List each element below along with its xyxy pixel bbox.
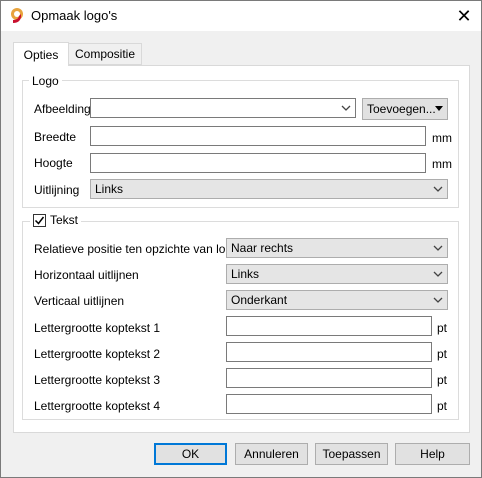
tab-panel: Logo Afbeelding Toevoegen... Breedte mm …	[13, 65, 470, 433]
valign-select[interactable]: Onderkant	[226, 290, 448, 310]
fontsize-4-label: Lettergrootte koptekst 4	[34, 399, 161, 413]
ok-button-label: OK	[181, 447, 200, 461]
chevron-down-icon	[341, 105, 351, 111]
relpos-label: Relatieve positie ten opzichte van logo	[34, 242, 239, 256]
fontsize-2-unit: pt	[437, 347, 448, 361]
chevron-down-icon	[433, 186, 443, 192]
add-image-button[interactable]: Toevoegen...	[362, 98, 448, 120]
text-group-title: Tekst	[50, 213, 79, 227]
width-label: Breedte	[34, 130, 77, 144]
height-label: Hoogte	[34, 156, 73, 170]
app-logo-icon	[11, 8, 23, 23]
halign-select[interactable]: Links	[226, 264, 448, 284]
logo-group-title: Logo	[29, 74, 62, 88]
help-button-label: Help	[420, 447, 445, 461]
text-group-header: Tekst	[30, 213, 82, 227]
width-unit: mm	[432, 131, 452, 145]
valign-label: Verticaal uitlijnen	[34, 294, 125, 308]
height-unit: mm	[432, 157, 452, 171]
dialog-window: Opmaak logo's ✕ Opties Compositie Logo A…	[0, 0, 482, 478]
fontsize-1-unit: pt	[437, 321, 448, 335]
fontsize-1-field[interactable]	[226, 316, 432, 336]
tab-compositie[interactable]: Compositie	[68, 43, 142, 65]
fontsize-2-label: Lettergrootte koptekst 2	[34, 347, 161, 361]
halign-select-value: Links	[231, 267, 260, 281]
apply-button[interactable]: Toepassen	[315, 443, 388, 465]
close-icon[interactable]: ✕	[449, 3, 479, 29]
valign-select-value: Onderkant	[231, 293, 288, 307]
align-label: Uitlijning	[34, 183, 80, 197]
fontsize-3-unit: pt	[437, 373, 448, 387]
align-select-value: Links	[95, 182, 124, 196]
chevron-down-icon	[433, 245, 443, 251]
align-select[interactable]: Links	[90, 179, 448, 199]
tab-opties-label: Opties	[23, 47, 59, 62]
fontsize-4-unit: pt	[437, 399, 448, 413]
relpos-select-value: Naar rechts	[231, 241, 294, 255]
fontsize-1-label: Lettergrootte koptekst 1	[34, 321, 161, 335]
width-field[interactable]	[90, 126, 426, 146]
image-select[interactable]	[90, 98, 356, 118]
help-button[interactable]: Help	[395, 443, 470, 465]
tab-opties[interactable]: Opties	[13, 42, 69, 66]
fontsize-4-field[interactable]	[226, 394, 432, 414]
relpos-select[interactable]: Naar rechts	[226, 238, 448, 258]
image-label: Afbeelding	[34, 102, 91, 116]
cancel-button[interactable]: Annuleren	[235, 443, 308, 465]
fontsize-3-label: Lettergrootte koptekst 3	[34, 373, 161, 387]
tab-compositie-label: Compositie	[74, 47, 136, 61]
apply-button-label: Toepassen	[322, 447, 381, 461]
dropdown-arrow-icon	[435, 106, 443, 111]
add-image-button-label: Toevoegen...	[367, 102, 436, 116]
window-title: Opmaak logo's	[31, 8, 118, 23]
fontsize-2-field[interactable]	[226, 342, 432, 362]
title-bar: Opmaak logo's ✕	[1, 1, 481, 31]
checkmark-icon	[34, 216, 45, 225]
cancel-button-label: Annuleren	[244, 447, 299, 461]
halign-label: Horizontaal uitlijnen	[34, 268, 139, 282]
height-field[interactable]	[90, 153, 426, 173]
ok-button[interactable]: OK	[154, 443, 227, 465]
text-checkbox[interactable]	[33, 213, 46, 227]
fontsize-3-field[interactable]	[226, 368, 432, 388]
chevron-down-icon	[433, 297, 443, 303]
chevron-down-icon	[433, 271, 443, 277]
